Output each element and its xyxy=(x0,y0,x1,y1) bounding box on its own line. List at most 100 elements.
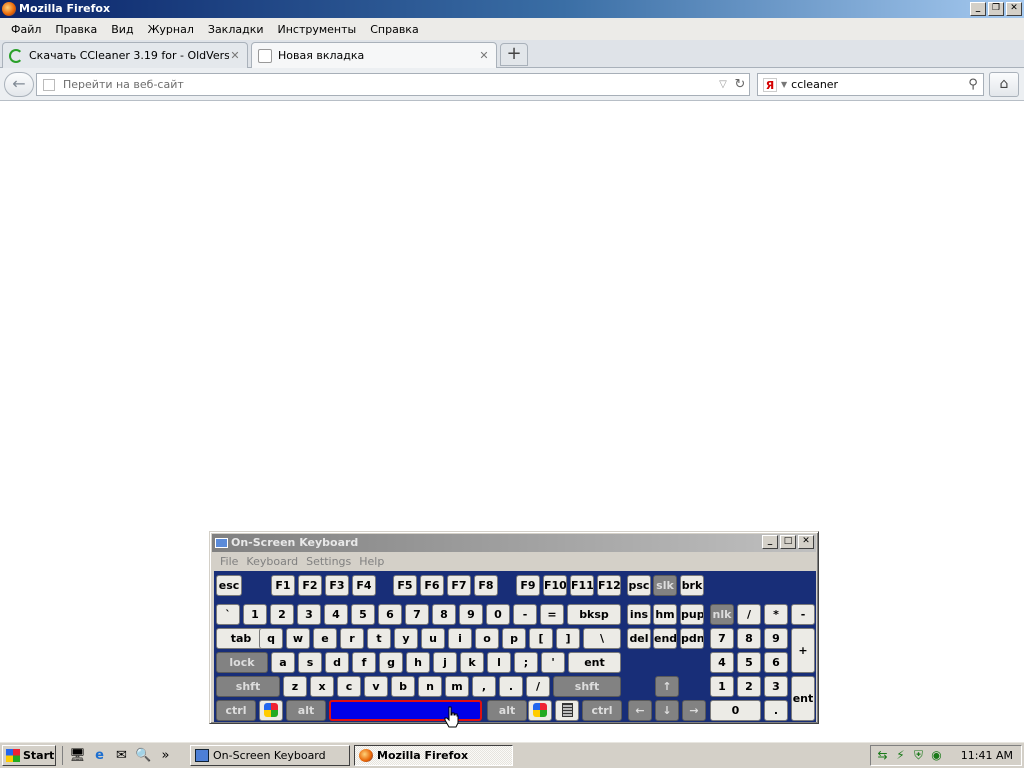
key-f2[interactable]: F2 xyxy=(298,575,322,596)
close-tab-icon[interactable]: ✕ xyxy=(229,49,241,62)
key-left[interactable]: ← xyxy=(628,700,652,721)
key-lshift[interactable]: shft xyxy=(216,676,280,697)
key-np8[interactable]: 8 xyxy=(737,628,761,649)
url-input[interactable] xyxy=(63,78,715,91)
key-ent[interactable]: ent xyxy=(568,652,621,673)
key-backtick[interactable]: ` xyxy=(216,604,240,625)
key-i[interactable]: i xyxy=(448,628,472,649)
close-tab-icon[interactable]: ✕ xyxy=(478,49,490,62)
key-brk[interactable]: brk xyxy=(680,575,704,596)
key-esc[interactable]: esc xyxy=(216,575,242,596)
key-hm[interactable]: hm xyxy=(653,604,677,625)
show-desktop-icon[interactable]: 🖥 xyxy=(69,747,86,764)
key-f4[interactable]: F4 xyxy=(352,575,376,596)
osk-minimize-button[interactable]: _ xyxy=(762,535,778,549)
key-f11[interactable]: F11 xyxy=(570,575,594,596)
clock[interactable]: 11:41 AM xyxy=(961,749,1013,762)
key-minus[interactable]: - xyxy=(513,604,537,625)
quick-launch-more[interactable]: » xyxy=(157,747,174,764)
key-y[interactable]: y xyxy=(394,628,418,649)
key-rshift[interactable]: shft xyxy=(553,676,621,697)
key-semicolon[interactable]: ; xyxy=(514,652,538,673)
search-bar[interactable]: Я ▼ ⚲ xyxy=(757,73,984,96)
key-np3[interactable]: 3 xyxy=(764,676,788,697)
key-c[interactable]: c xyxy=(337,676,361,697)
key-quote[interactable]: ' xyxy=(541,652,565,673)
key-np-div[interactable]: / xyxy=(737,604,761,625)
minimize-button[interactable]: _ xyxy=(970,2,986,16)
key-slk[interactable]: slk xyxy=(653,575,677,596)
key-backslash[interactable]: \ xyxy=(583,628,621,649)
key-down[interactable]: ↓ xyxy=(655,700,679,721)
key-space[interactable] xyxy=(329,700,482,721)
key-psc[interactable]: psc xyxy=(627,575,651,596)
key-period[interactable]: . xyxy=(499,676,523,697)
key-t[interactable]: t xyxy=(367,628,391,649)
key-menu[interactable] xyxy=(555,700,579,721)
menu-view[interactable]: Вид xyxy=(104,23,140,36)
key-np4[interactable]: 4 xyxy=(710,652,734,673)
menu-history[interactable]: Журнал xyxy=(141,23,201,36)
key-np-mul[interactable]: * xyxy=(764,604,788,625)
key-ralt[interactable]: alt xyxy=(487,700,527,721)
key-equals[interactable]: = xyxy=(540,604,564,625)
osk-menu-settings[interactable]: Settings xyxy=(302,555,355,568)
key-lctrl[interactable]: ctrl xyxy=(216,700,256,721)
close-button[interactable]: ✕ xyxy=(1006,2,1022,16)
key-g[interactable]: g xyxy=(379,652,403,673)
key-end[interactable]: end xyxy=(653,628,677,649)
firefox-title-bar[interactable]: Mozilla Firefox _ ❐ ✕ xyxy=(0,0,1024,18)
key-rbracket[interactable]: ] xyxy=(556,628,580,649)
key-p[interactable]: p xyxy=(502,628,526,649)
home-button[interactable]: ⌂ xyxy=(989,72,1019,97)
security-icon[interactable]: ⛨ xyxy=(911,748,926,763)
key-f6[interactable]: F6 xyxy=(420,575,444,596)
key-lalt[interactable]: alt xyxy=(286,700,326,721)
key-np2[interactable]: 2 xyxy=(737,676,761,697)
key-bksp[interactable]: bksp xyxy=(567,604,621,625)
key-d8[interactable]: 8 xyxy=(432,604,456,625)
tab-ccleaner-download[interactable]: Скачать CCleaner 3.19 for - OldVersion..… xyxy=(2,42,248,68)
key-d9[interactable]: 9 xyxy=(459,604,483,625)
key-s[interactable]: s xyxy=(298,652,322,673)
menu-tools[interactable]: Инструменты xyxy=(271,23,364,36)
power-icon[interactable]: ⚡ xyxy=(893,748,908,763)
key-d2[interactable]: 2 xyxy=(270,604,294,625)
key-pup[interactable]: pup xyxy=(680,604,704,625)
start-button[interactable]: Start xyxy=(2,745,56,766)
key-b[interactable]: b xyxy=(391,676,415,697)
search-icon[interactable]: 🔍 xyxy=(135,747,152,764)
osk-menu-file[interactable]: File xyxy=(216,555,242,568)
taskbar-button-firefox[interactable]: Mozilla Firefox xyxy=(354,745,513,766)
key-v[interactable]: v xyxy=(364,676,388,697)
key-f8[interactable]: F8 xyxy=(474,575,498,596)
key-np6[interactable]: 6 xyxy=(764,652,788,673)
key-slash[interactable]: / xyxy=(526,676,550,697)
key-rwin[interactable] xyxy=(528,700,552,721)
menu-bookmarks[interactable]: Закладки xyxy=(201,23,271,36)
key-a[interactable]: a xyxy=(271,652,295,673)
search-icon[interactable]: ⚲ xyxy=(963,77,983,92)
key-d0[interactable]: 0 xyxy=(486,604,510,625)
reload-icon[interactable]: ↻ xyxy=(731,77,749,92)
key-d4[interactable]: 4 xyxy=(324,604,348,625)
key-f[interactable]: f xyxy=(352,652,376,673)
back-button[interactable]: ← xyxy=(4,72,34,97)
restore-button[interactable]: ❐ xyxy=(988,2,1004,16)
key-np9[interactable]: 9 xyxy=(764,628,788,649)
key-np-dot[interactable]: . xyxy=(764,700,788,721)
osk-title-bar[interactable]: On-Screen Keyboard _ □ ✕ xyxy=(212,534,816,552)
key-j[interactable]: j xyxy=(433,652,457,673)
network-icon[interactable]: ⇆ xyxy=(875,748,890,763)
key-f1[interactable]: F1 xyxy=(271,575,295,596)
url-bar[interactable]: ▽ ↻ xyxy=(36,73,750,96)
key-rctrl[interactable]: ctrl xyxy=(582,700,622,721)
osk-close-button[interactable]: ✕ xyxy=(798,535,814,549)
key-np1[interactable]: 1 xyxy=(710,676,734,697)
osk-maximize-button[interactable]: □ xyxy=(780,535,796,549)
key-comma[interactable]: , xyxy=(472,676,496,697)
key-np7[interactable]: 7 xyxy=(710,628,734,649)
history-dropdown-icon[interactable]: ▽ xyxy=(715,79,731,90)
key-l[interactable]: l xyxy=(487,652,511,673)
search-input[interactable] xyxy=(791,78,963,91)
